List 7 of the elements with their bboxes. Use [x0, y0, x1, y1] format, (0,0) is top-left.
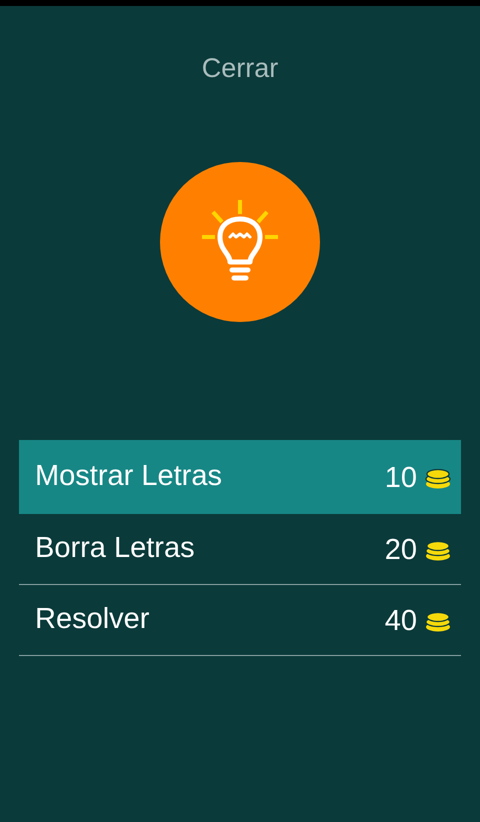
coins-icon: [425, 540, 451, 560]
coins-icon: [425, 468, 451, 488]
hint-option[interactable]: Resolver 40: [19, 584, 461, 656]
hint-option[interactable]: Mostrar Letras 10: [19, 440, 461, 514]
coins-icon: [425, 612, 451, 632]
hint-option[interactable]: Borra Letras 20: [19, 514, 461, 584]
close-button[interactable]: Cerrar: [190, 44, 290, 92]
